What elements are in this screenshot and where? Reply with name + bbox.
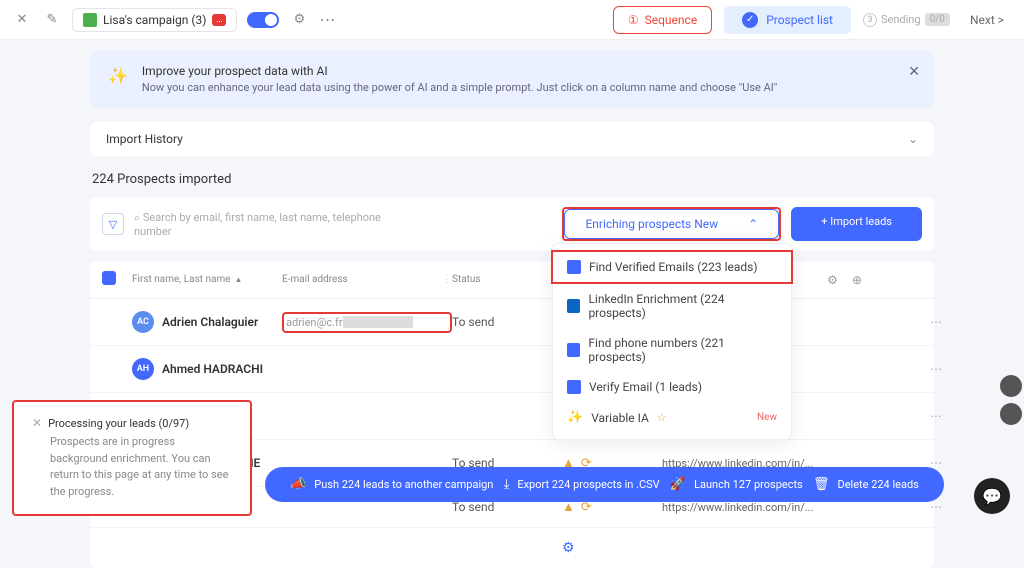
launch-button[interactable]: 🚀 Launch 127 prospects: [670, 477, 803, 492]
sending-step: 3 Sending 0/0: [863, 13, 950, 27]
enrich-dropdown-button[interactable]: Enriching prospects New ⌃: [564, 209, 779, 239]
star-icon: ☆: [657, 411, 667, 424]
search-input[interactable]: ⌕ Search by email, first name, last name…: [134, 211, 394, 238]
import-history-label: Import History: [106, 132, 183, 146]
next-button[interactable]: Next >: [962, 9, 1012, 31]
banner-title: Improve your prospect data with AI: [142, 64, 777, 78]
download-icon: ⤓: [504, 477, 510, 492]
table-row: ⚙: [90, 528, 934, 568]
wand-icon: ✨: [567, 410, 583, 425]
email-value: adrien@c.fr: [286, 316, 343, 329]
avatar: AC: [132, 311, 154, 333]
processing-toast: ✕ Processing your leads (0/97) Prospects…: [12, 400, 252, 516]
dropdown-item-find-emails[interactable]: Find Verified Emails (223 leads): [551, 250, 793, 284]
col-name[interactable]: First name, Last name▲: [132, 274, 282, 285]
campaign-badge: …: [212, 14, 226, 26]
prospect-toolbar: ▽ ⌕ Search by email, first name, last na…: [90, 197, 934, 251]
toast-title: Processing your leads (0/97): [48, 417, 189, 430]
search-icon: ⌕: [134, 211, 143, 224]
import-history-accordion[interactable]: Import History ⌄: [90, 122, 934, 156]
filter-icon[interactable]: ▽: [102, 213, 124, 235]
delete-button[interactable]: 🗑 Delete 224 leads: [813, 477, 919, 492]
dropdown-item-verify[interactable]: Verify Email (1 leads): [553, 372, 791, 402]
new-badge: New: [757, 412, 777, 423]
email-blur: [343, 316, 413, 328]
push-leads-button[interactable]: 📣 Push 224 leads to another campaign: [290, 477, 493, 492]
sending-badge: 0/0: [925, 13, 950, 26]
side-widget: [1000, 375, 1022, 425]
bulk-action-bar: 📣 Push 224 leads to another campaign ⤓ E…: [265, 467, 944, 502]
campaign-toggle[interactable]: [247, 12, 279, 28]
add-column-icon[interactable]: ⊕: [852, 273, 862, 287]
row-more-icon[interactable]: ⋯: [862, 362, 942, 376]
col-email[interactable]: E-mail address⋮: [282, 274, 452, 285]
verify-icon: [567, 380, 581, 394]
chevron-up-icon: ⌃: [748, 217, 758, 231]
trash-icon: 🗑: [813, 477, 830, 492]
alert-icon: ①: [628, 13, 639, 27]
chevron-down-icon: ⌄: [908, 132, 918, 146]
linkedin-icon: [567, 260, 581, 274]
row-more-icon[interactable]: ⋯: [862, 409, 942, 423]
gear-icon[interactable]: ⚙: [289, 10, 309, 30]
status-cell: To send: [452, 315, 562, 329]
row-more-icon[interactable]: ⋯: [862, 500, 942, 514]
close-icon[interactable]: ✕: [12, 10, 32, 30]
shuffle-icon: ✕: [32, 416, 42, 430]
chat-icon[interactable]: 💬: [974, 478, 1010, 514]
sort-arrow-icon: ▲: [235, 275, 243, 284]
row-more-icon[interactable]: ⋯: [862, 315, 942, 329]
dropdown-item-phone[interactable]: Find phone numbers (221 prospects): [553, 328, 791, 372]
banner-close-icon[interactable]: ✕: [908, 64, 920, 80]
linkedin-icon: [567, 299, 580, 313]
table-row: AH Ahmed HADRACHI ⋯: [90, 346, 934, 393]
side-bubble-icon[interactable]: [1000, 375, 1022, 397]
edit-icon[interactable]: ✎: [42, 10, 62, 30]
enrich-dropdown: Find Verified Emails (223 leads) LinkedI…: [552, 243, 792, 440]
header-left: ✕ ✎ Lisa's campaign (3) … ⚙ ⋯: [12, 8, 603, 32]
processing-gear-icon: ⚙: [562, 540, 662, 556]
export-button[interactable]: ⤓ Export 224 prospects in .CSV: [504, 477, 660, 492]
prospect-name[interactable]: Adrien Chalaguier: [162, 315, 258, 329]
table-row: AC Adrien Chalaguier adrien@c.fr To send…: [90, 299, 934, 346]
avatar: AH: [132, 358, 154, 380]
link-cell[interactable]: https://www.linkedin.com/in/...: [662, 501, 862, 514]
dropdown-item-variable-ia[interactable]: ✨ Variable IA ☆ New: [553, 402, 791, 433]
prospect-name[interactable]: Ahmed HADRACHI: [162, 362, 263, 376]
import-leads-button[interactable]: + Import leads: [791, 207, 922, 241]
more-icon[interactable]: ⋯: [319, 10, 335, 29]
step-number: 3: [863, 13, 877, 27]
sequence-button[interactable]: ① Sequence: [613, 6, 712, 34]
banner-subtitle: Now you can enhance your lead data using…: [142, 81, 777, 94]
prospect-list-button[interactable]: ✓ Prospect list: [724, 6, 851, 34]
col-status[interactable]: Status⋮: [452, 274, 562, 285]
header-right: ① Sequence ✓ Prospect list 3 Sending 0/0…: [613, 6, 1012, 34]
app-header: ✕ ✎ Lisa's campaign (3) … ⚙ ⋯ ① Sequence…: [0, 0, 1024, 40]
select-all-checkbox[interactable]: [102, 271, 116, 285]
dropdown-item-linkedin[interactable]: LinkedIn Enrichment (224 prospects): [553, 284, 791, 328]
status-cell: To send: [452, 500, 562, 514]
campaign-color-icon: [83, 13, 97, 27]
highlight-box-email: adrien@c.fr: [282, 312, 452, 333]
section-title: 224 Prospects imported: [90, 172, 934, 187]
campaign-pill[interactable]: Lisa's campaign (3) …: [72, 8, 237, 32]
megaphone-icon: 📣: [290, 477, 306, 492]
check-circle-icon: ✓: [742, 12, 758, 28]
column-settings-icon[interactable]: ⚙: [827, 273, 838, 287]
wand-icon: ✨: [108, 66, 128, 85]
toast-body: Prospects are in progress background enr…: [50, 434, 232, 500]
phone-icon: [567, 343, 580, 357]
ai-banner: ✨ Improve your prospect data with AI Now…: [90, 50, 934, 108]
table-header: First name, Last name▲ E-mail address⋮ S…: [90, 261, 934, 299]
highlight-box-enrich: Enriching prospects New ⌃: [562, 207, 781, 241]
side-bubble-icon[interactable]: [1000, 403, 1022, 425]
rocket-icon: 🚀: [670, 477, 686, 492]
campaign-name: Lisa's campaign (3): [103, 13, 206, 27]
